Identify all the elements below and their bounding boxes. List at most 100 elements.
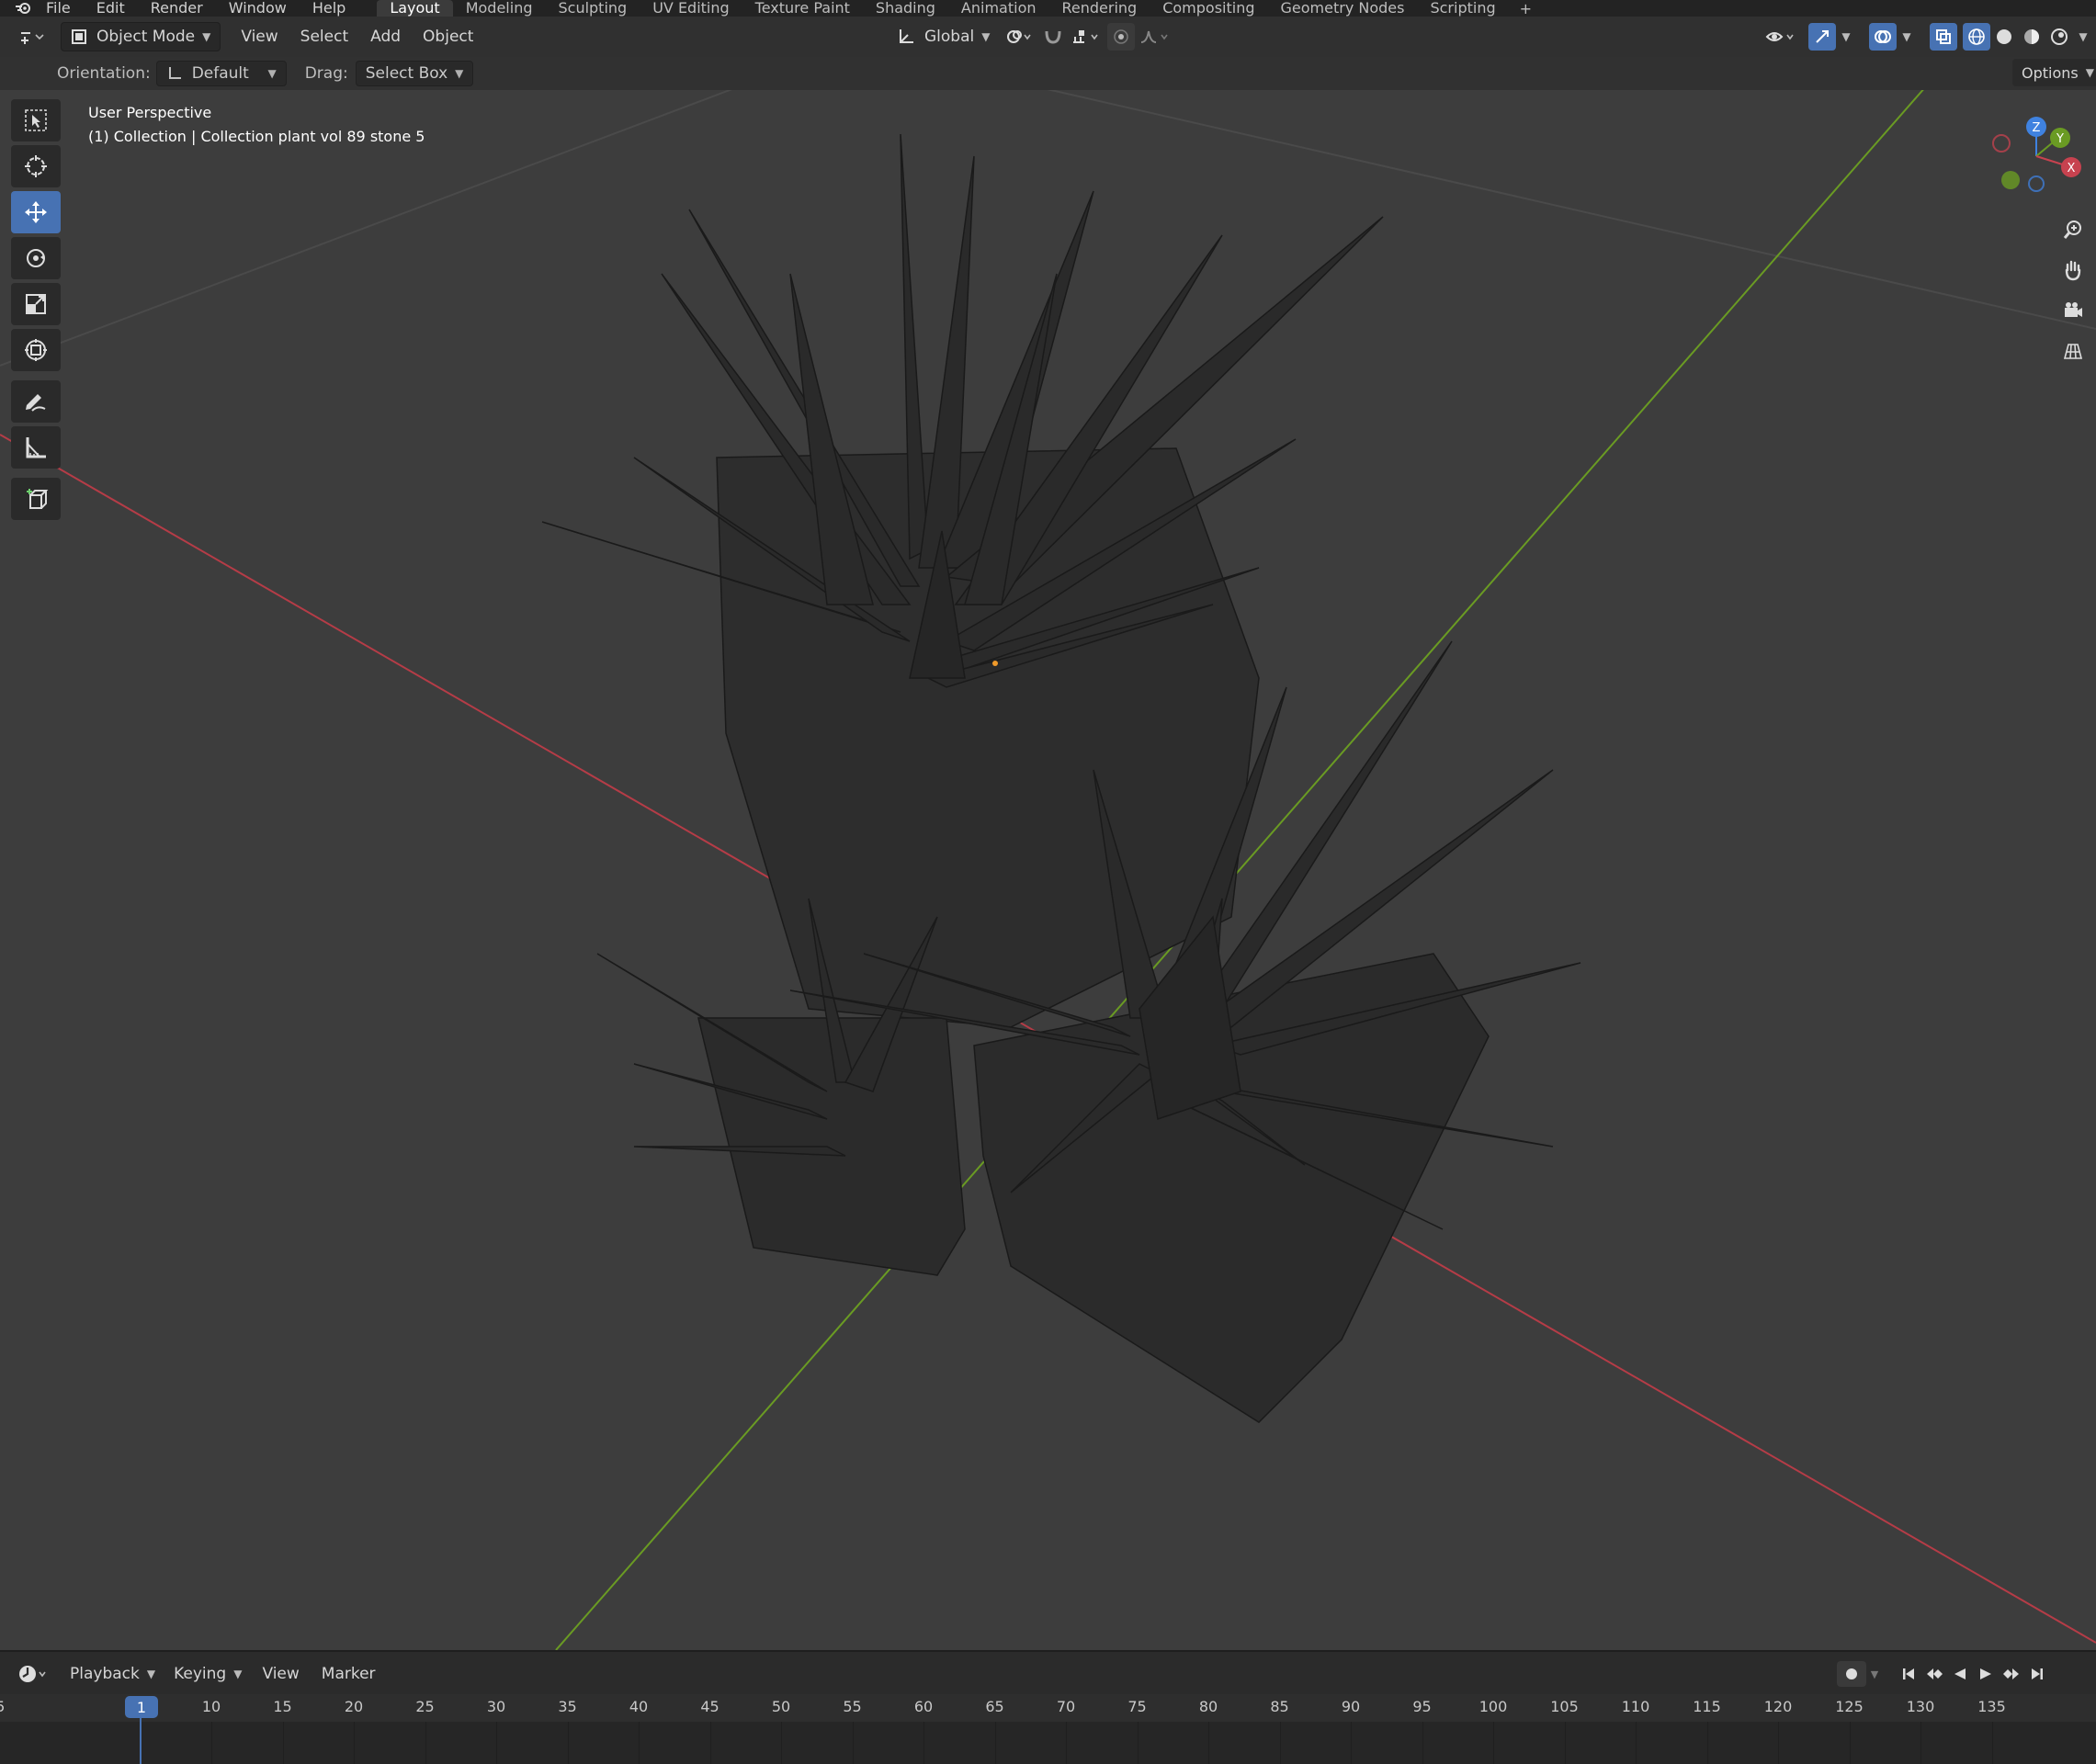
menu-help[interactable]: Help [300,0,358,17]
header-menu-add[interactable]: Add [359,28,412,46]
hand-pan-icon[interactable] [2056,254,2090,287]
viewport-header: Object Mode ▼ View Select Add Object Glo… [0,17,2096,57]
tab-rendering[interactable]: Rendering [1049,0,1150,17]
editor-type-icon[interactable] [11,23,51,51]
menu-render[interactable]: Render [138,0,216,17]
pivot-point-icon[interactable] [999,23,1039,51]
current-frame-indicator[interactable]: 1 [125,1696,158,1718]
scale-tool[interactable] [11,283,61,325]
annotate-tool[interactable] [11,380,61,423]
frame-tick-label: -5 [0,1698,6,1715]
frame-ruler[interactable]: -551015202530354045505560657075808590951… [0,1694,2096,1722]
jump-to-previous-keyframe-icon[interactable] [1921,1661,1947,1687]
frame-gridline [1849,1722,1851,1764]
frame-tick-label: 125 [1835,1698,1864,1715]
timeline-editor-type-icon[interactable] [13,1660,53,1688]
tab-uv-editing[interactable]: UV Editing [640,0,742,17]
options-dropdown[interactable]: Options ▼ [2012,59,2096,86]
frame-gridline [1991,1722,1993,1764]
play-reverse-icon[interactable] [1947,1661,1973,1687]
add-cube-tool[interactable] [11,478,61,520]
measure-tool[interactable] [11,426,61,469]
falloff-icon[interactable] [1135,23,1175,51]
tab-texture-paint[interactable]: Texture Paint [742,0,863,17]
blender-logo-icon[interactable] [13,0,33,17]
solid-shading-icon[interactable] [1990,23,2018,51]
chevron-down-icon[interactable]: ▼ [2073,23,2093,51]
select-box-tool[interactable] [11,99,61,141]
header-menu-view[interactable]: View [230,28,289,46]
drag-dropdown[interactable]: Select Box ▼ [355,61,474,86]
tab-geometry-nodes[interactable]: Geometry Nodes [1268,0,1418,17]
menu-edit[interactable]: Edit [84,0,138,17]
frame-gridline [1279,1722,1281,1764]
transform-orientation-dropdown[interactable]: Global ▼ [888,23,999,51]
tab-animation[interactable]: Animation [948,0,1049,17]
wireframe-shading-icon[interactable] [1963,23,1990,51]
frame-tick-label: 25 [415,1698,435,1715]
options-label: Options [2022,63,2079,82]
tab-scripting[interactable]: Scripting [1417,0,1508,17]
timeline-menu-marker[interactable]: Marker [311,1665,387,1683]
jump-to-end-icon[interactable] [2024,1661,2050,1687]
timeline-menu-view[interactable]: View [251,1665,310,1683]
rendered-shading-icon[interactable] [2045,23,2073,51]
keying-menu[interactable]: Keying ▼ [164,1660,251,1688]
move-tool[interactable] [11,191,61,233]
chevron-down-icon[interactable]: ▼ [1866,1661,1883,1687]
timeline-area[interactable]: -551015202530354045505560657075808590951… [0,1694,2096,1764]
menu-file[interactable]: File [33,0,84,17]
chevron-down-icon[interactable]: ▼ [1836,23,1856,51]
tab-shading[interactable]: Shading [863,0,948,17]
frame-gridline [852,1722,854,1764]
playback-menu[interactable]: Playback ▼ [61,1660,164,1688]
zoom-icon[interactable] [2056,213,2090,246]
drag-value: Select Box [365,64,448,83]
select-box-icon [25,109,47,131]
frame-gridline [1422,1722,1423,1764]
proportional-editing-icon[interactable] [1107,23,1136,51]
frame-gridline [354,1722,355,1764]
frame-gridline [1564,1722,1566,1764]
frame-tick-label: 15 [273,1698,292,1715]
camera-icon[interactable] [2056,294,2090,327]
rotate-icon [27,249,45,267]
frame-tick-label: 30 [486,1698,506,1715]
3d-viewport[interactable]: Z Y X [0,90,2096,1650]
chevron-down-icon: ▼ [233,1668,243,1680]
header-menu-select[interactable]: Select [289,28,359,46]
move-icon [25,201,47,223]
xray-toggle-icon[interactable] [1930,23,1957,51]
gizmo-toggle-icon[interactable] [1808,23,1836,51]
cursor-tool[interactable] [11,145,61,187]
navigation-gizmo[interactable]: Z Y X [1981,110,2082,202]
tab-compositing[interactable]: Compositing [1150,0,1267,17]
frame-tick-label: 135 [1977,1698,2006,1715]
jump-to-next-keyframe-icon[interactable] [1999,1661,2024,1687]
rotate-tool[interactable] [11,237,61,279]
transform-tool[interactable] [11,329,61,371]
play-icon[interactable] [1973,1661,1999,1687]
object-mode-dropdown[interactable]: Object Mode ▼ [61,22,221,51]
frame-tick-label: 85 [1270,1698,1289,1715]
overlays-toggle-icon[interactable] [1869,23,1897,51]
snap-toggle-icon[interactable] [1039,23,1067,51]
perspective-grid-icon[interactable] [2056,334,2090,368]
orientation-dropdown[interactable]: Default ▼ [155,61,287,86]
chevron-down-icon[interactable]: ▼ [1897,23,1917,51]
tab-sculpting[interactable]: Sculpting [545,0,640,17]
jump-to-start-icon[interactable] [1896,1661,1921,1687]
timeline-header: Playback ▼ Keying ▼ View Marker ▼ [0,1650,2096,1696]
frame-tick-label: 60 [913,1698,934,1715]
tab-modeling[interactable]: Modeling [453,0,546,17]
frame-gridline [1066,1722,1067,1764]
object-mode-icon [72,29,86,44]
header-menu-object[interactable]: Object [412,28,484,46]
tab-layout[interactable]: Layout [377,0,453,17]
add-workspace-button[interactable]: + [1509,0,1543,17]
auto-keying-record-icon[interactable] [1837,1661,1866,1687]
visibility-icon[interactable] [1761,23,1801,51]
snap-target-icon[interactable] [1067,23,1107,51]
menu-window[interactable]: Window [216,0,300,17]
material-shading-icon[interactable] [2018,23,2045,51]
